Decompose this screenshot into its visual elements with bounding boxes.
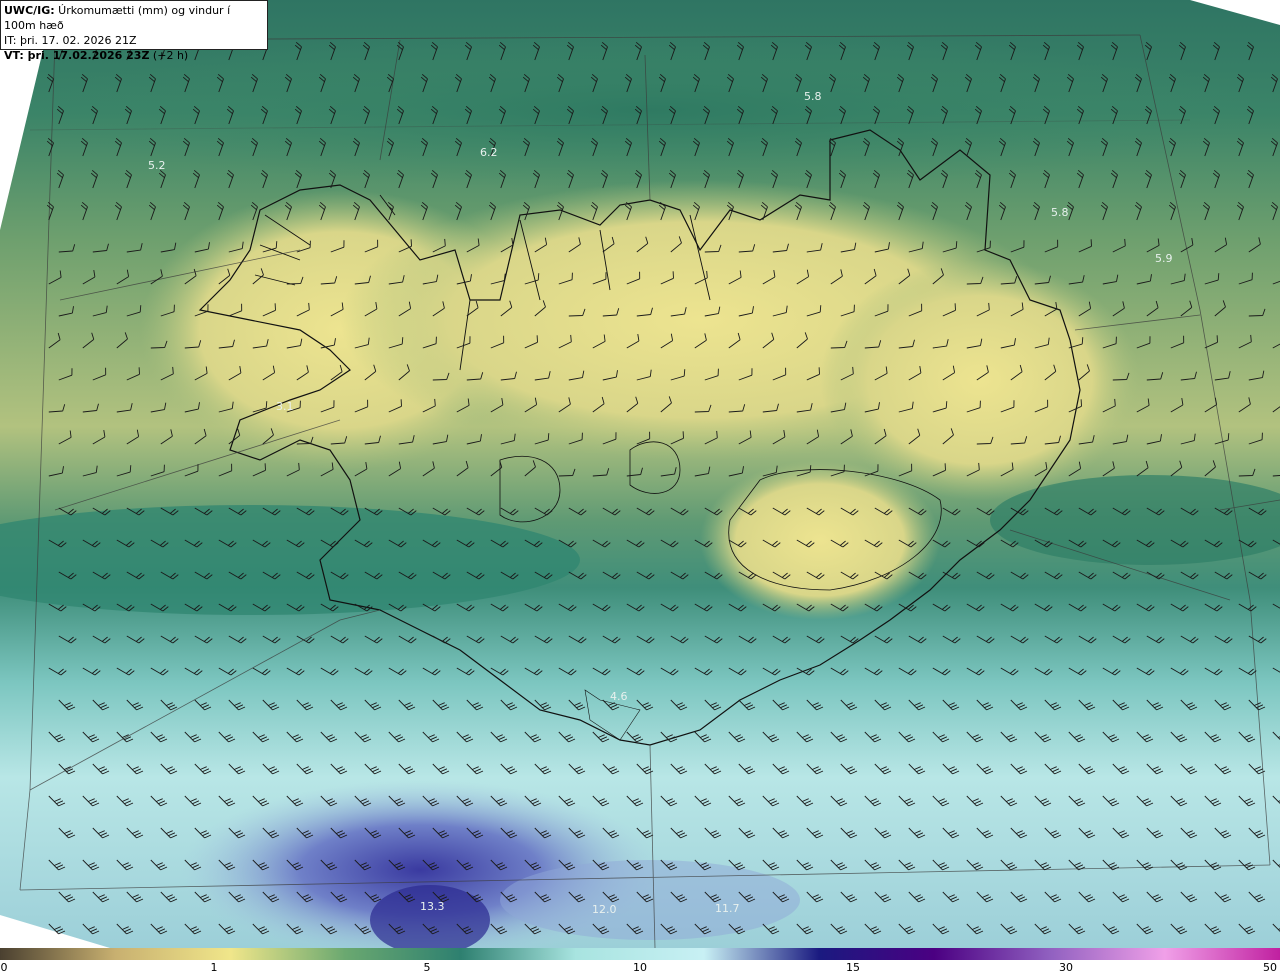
label-4-6: 4.6	[610, 690, 628, 703]
label-13-3: 13.3	[420, 900, 445, 913]
colorbar-tick-5: 5	[423, 961, 431, 974]
label-11-7: 11.7	[715, 902, 740, 915]
header-model-code: UWC/IG:	[4, 4, 55, 17]
colorbar: 0 1 5 10 15 30 50	[0, 948, 1280, 978]
colorbar-tick-15: 15	[846, 961, 860, 974]
yellow-field-east	[820, 260, 1140, 500]
header-valid-time-line: VT: þri. 17.02.2026 23Z (+2 h)	[4, 48, 264, 63]
colorbar-tick-30: 30	[1059, 961, 1073, 974]
label-6-2: 6.2	[480, 146, 498, 159]
header-init-time: IT: þri. 17. 02. 2026 21Z	[4, 34, 137, 47]
label-5-8-north: 5.8	[804, 90, 822, 103]
colorbar-tick-50: 50	[1263, 961, 1277, 974]
label-3-1: 3.1	[276, 400, 294, 413]
label-12-0: 12.0	[592, 903, 617, 916]
header-title-line: UWC/IG: Úrkomumætti (mm) og vindur í 100…	[4, 3, 264, 33]
header-lead-time: (+2 h)	[149, 49, 189, 62]
colorbar-strip	[0, 948, 1280, 960]
label-5-9: 5.9	[1155, 252, 1173, 265]
precipitation-wind-map: 5.2 6.2 5.8 5.8 5.9 3.1 4.6 13.3 12.0 11…	[0, 0, 1280, 948]
colorbar-tick-0: 0	[0, 961, 8, 974]
header-valid-time: VT: þri. 17.02.2026 23Z	[4, 49, 150, 62]
map-header: UWC/IG: Úrkomumætti (mm) og vindur í 100…	[0, 0, 268, 62]
colorbar-tick-1: 1	[210, 961, 218, 974]
colorbar-tick-10: 10	[633, 961, 647, 974]
label-5-2: 5.2	[148, 159, 166, 172]
yellow-field-south	[700, 460, 940, 620]
label-5-8-east: 5.8	[1051, 206, 1069, 219]
